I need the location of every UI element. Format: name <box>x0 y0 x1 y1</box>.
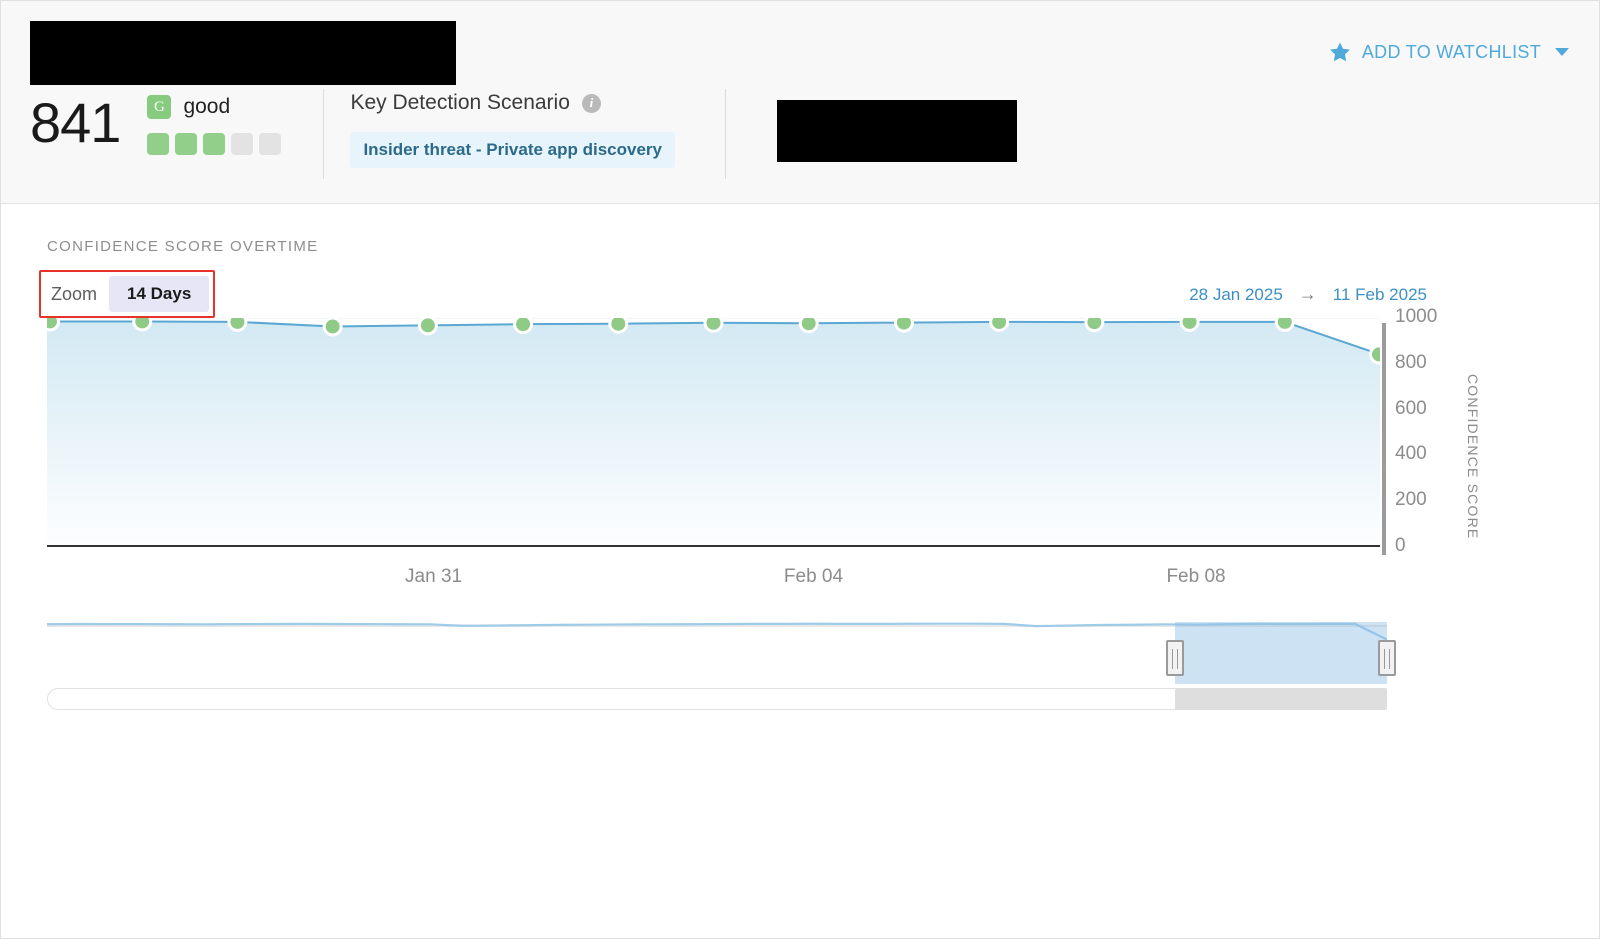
chart-x-tick: Jan 31 <box>405 566 463 587</box>
redacted-entity-detail <box>777 100 1017 162</box>
chart-area-fill <box>47 321 1380 547</box>
info-icon[interactable]: i <box>581 93 601 113</box>
rating-block <box>175 133 198 155</box>
score-summary: 841 G good Key Detection Scenario i Insi… <box>1 89 726 179</box>
scenario-chip[interactable]: Insider threat - Private app discovery <box>350 132 675 168</box>
chart-x-tick: Feb 04 <box>783 566 844 587</box>
chart-point[interactable] <box>325 319 340 334</box>
scenario-title: Key Detection Scenario <box>350 91 570 114</box>
header-divider <box>323 89 325 179</box>
range-start-label[interactable]: 28 Jan 2025 <box>1189 285 1283 305</box>
rating-block <box>259 133 282 155</box>
chart-y-tick: 200 <box>1395 489 1427 511</box>
navigator-handle-left[interactable] <box>1166 640 1185 676</box>
chart-y-tick: 400 <box>1395 443 1427 465</box>
chart-y-tick: 1000 <box>1395 306 1438 327</box>
chart-y-axis-line <box>1382 323 1386 555</box>
chart-y-tick: 600 <box>1395 397 1427 419</box>
date-range-display: 28 Jan 2025 → 11 Feb 2025 <box>1189 284 1427 305</box>
chart-x-tick: Feb 08 <box>1166 566 1226 587</box>
chart-y-tick: 0 <box>1395 535 1406 556</box>
rating-label: good <box>183 95 231 118</box>
navigator-series <box>47 622 1387 641</box>
zoom-control-group: Zoom 14 Days <box>39 270 216 318</box>
rating-block <box>231 133 254 155</box>
arrow-right-icon: → <box>1298 284 1317 304</box>
navigator-scrollbar-thumb[interactable] <box>1175 688 1387 710</box>
chart-navigator[interactable] <box>47 610 1396 710</box>
range-end-label[interactable]: 11 Feb 2025 <box>1333 285 1427 305</box>
star-icon <box>1329 41 1351 63</box>
entity-header: ADD TO WATCHLIST 841 G good Key Detectio… <box>1 1 1599 204</box>
chart-y-tick-labels: 0 200 400 600 800 1000 <box>1395 306 1465 556</box>
risk-insights-page: ADD TO WATCHLIST 841 G good Key Detectio… <box>0 0 1600 939</box>
header-divider-2 <box>725 89 726 179</box>
grade-badge-icon: G <box>147 95 172 119</box>
chart-x-tick-labels: Jan 31 Feb 04 Feb 08 <box>1 566 1421 596</box>
chart-y-axis-title: CONFIDENCE SCORE <box>1465 374 1481 540</box>
rating-group: G good <box>147 95 282 155</box>
add-to-watchlist-button[interactable]: ADD TO WATCHLIST <box>1329 41 1569 63</box>
zoom-label: Zoom <box>51 283 98 304</box>
rating-blocks <box>147 133 282 155</box>
rating-block <box>147 133 170 155</box>
key-detection-scenario: Key Detection Scenario i Insider threat … <box>350 91 675 168</box>
chart-point[interactable] <box>420 318 435 333</box>
navigator-handle-right[interactable] <box>1378 640 1396 676</box>
confidence-score-value: 841 <box>30 91 121 154</box>
confidence-line-chart[interactable] <box>47 318 1380 547</box>
chart-plot-area[interactable]: 0 200 400 600 800 1000 CONFIDENCE SCORE Jan 3… <box>1 306 1599 587</box>
chevron-down-icon <box>1555 48 1569 56</box>
zoom-range-button[interactable]: 14 Days <box>109 276 210 312</box>
watchlist-label: ADD TO WATCHLIST <box>1361 41 1541 62</box>
redacted-entity-name <box>30 21 456 85</box>
chart-section-title: CONFIDENCE SCORE OVERTIME <box>47 238 319 255</box>
plot-canvas[interactable] <box>47 318 1380 547</box>
rating-block <box>203 133 226 155</box>
chart-y-tick: 800 <box>1395 351 1427 373</box>
